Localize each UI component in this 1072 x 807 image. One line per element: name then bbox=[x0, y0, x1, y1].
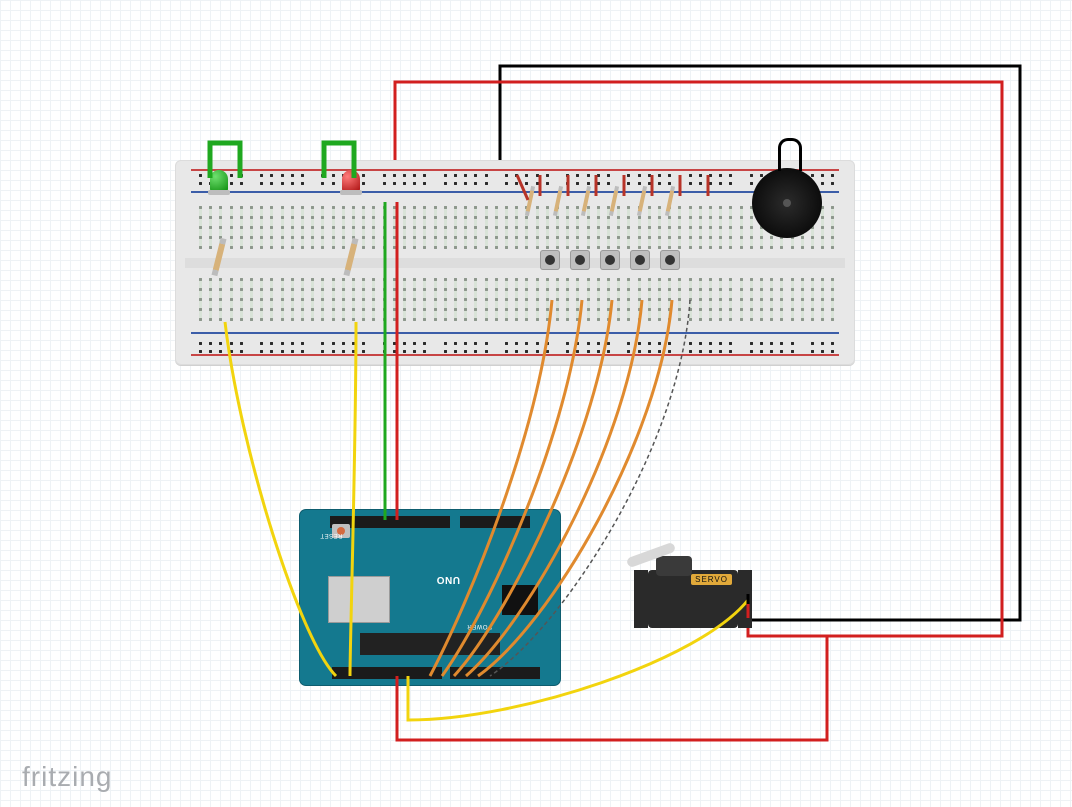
wires-layer-front bbox=[0, 0, 1072, 807]
pushbutton-4[interactable] bbox=[630, 250, 650, 270]
servo-motor: SERVO bbox=[648, 570, 738, 628]
bb-top-ground-rail bbox=[191, 191, 839, 193]
arduino-uno: POWER RESET UNO bbox=[300, 510, 560, 685]
arduino-header-analog bbox=[332, 667, 442, 679]
servo-mount-right bbox=[738, 570, 752, 628]
bb-bottom-ground-rail bbox=[191, 332, 839, 334]
pushbutton-2[interactable] bbox=[570, 250, 590, 270]
arduino-chip bbox=[360, 633, 500, 655]
fritzing-watermark: fritzing bbox=[22, 761, 112, 793]
pushbutton-3[interactable] bbox=[600, 250, 620, 270]
led-red bbox=[342, 170, 360, 192]
arduino-label-model: UNO bbox=[436, 574, 460, 585]
servo-mount-left bbox=[634, 570, 648, 628]
arduino-label-reset: RESET bbox=[320, 532, 343, 538]
servo-label: SERVO bbox=[691, 574, 732, 585]
arduino-power-jack bbox=[502, 585, 538, 615]
arduino-label-power: POWER bbox=[467, 623, 492, 629]
led-green bbox=[210, 170, 228, 192]
pushbutton-5[interactable] bbox=[660, 250, 680, 270]
piezo-buzzer bbox=[752, 168, 822, 238]
arduino-usb-port bbox=[328, 576, 390, 623]
arduino-header-digital-a bbox=[460, 516, 530, 528]
wires-layer-back bbox=[0, 0, 1072, 807]
diagram-canvas: POWER RESET UNO SERVO bbox=[0, 0, 1072, 807]
arduino-header-power bbox=[450, 667, 540, 679]
pushbutton-1[interactable] bbox=[540, 250, 560, 270]
bb-bottom-power-rail bbox=[191, 354, 839, 356]
bb-center-divider bbox=[185, 258, 845, 268]
servo-gear-housing bbox=[656, 556, 692, 576]
bb-top-power-rail bbox=[191, 169, 839, 171]
